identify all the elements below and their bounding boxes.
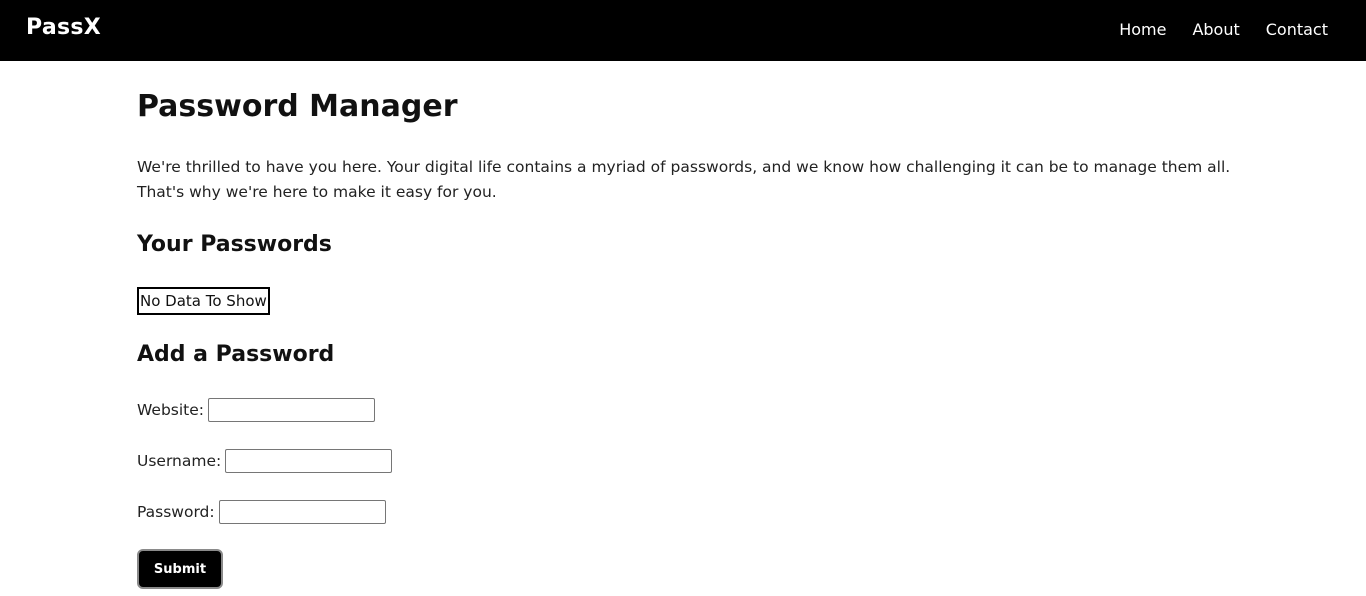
nav-item-contact: Contact	[1266, 20, 1328, 39]
website-label: Website:	[137, 401, 205, 419]
password-label: Password:	[137, 503, 215, 521]
website-row: Website:	[137, 398, 376, 422]
password-input[interactable]	[218, 500, 386, 524]
username-label: Username:	[137, 452, 222, 470]
page-title: Password Manager	[137, 89, 458, 124]
logo[interactable]: PassX	[26, 15, 101, 40]
empty-passwords-message: No Data To Show	[137, 287, 270, 315]
nav-links: Home About Contact	[1119, 20, 1328, 39]
intro-text: We're thrilled to have you here. Your di…	[137, 158, 1231, 201]
submit-button[interactable]: Submit	[137, 549, 223, 589]
username-row: Username:	[137, 449, 393, 473]
password-row: Password:	[137, 500, 386, 524]
nav-link-contact[interactable]: Contact	[1266, 20, 1328, 39]
website-input[interactable]	[208, 398, 376, 422]
nav-link-about[interactable]: About	[1192, 20, 1239, 39]
passwords-heading: Your Passwords	[137, 232, 332, 257]
nav-item-about: About	[1192, 20, 1239, 39]
username-input[interactable]	[225, 449, 393, 473]
navbar: PassX Home About Contact	[0, 0, 1366, 61]
nav-link-home[interactable]: Home	[1119, 20, 1166, 39]
add-password-heading: Add a Password	[137, 342, 335, 367]
nav-item-home: Home	[1119, 20, 1166, 39]
